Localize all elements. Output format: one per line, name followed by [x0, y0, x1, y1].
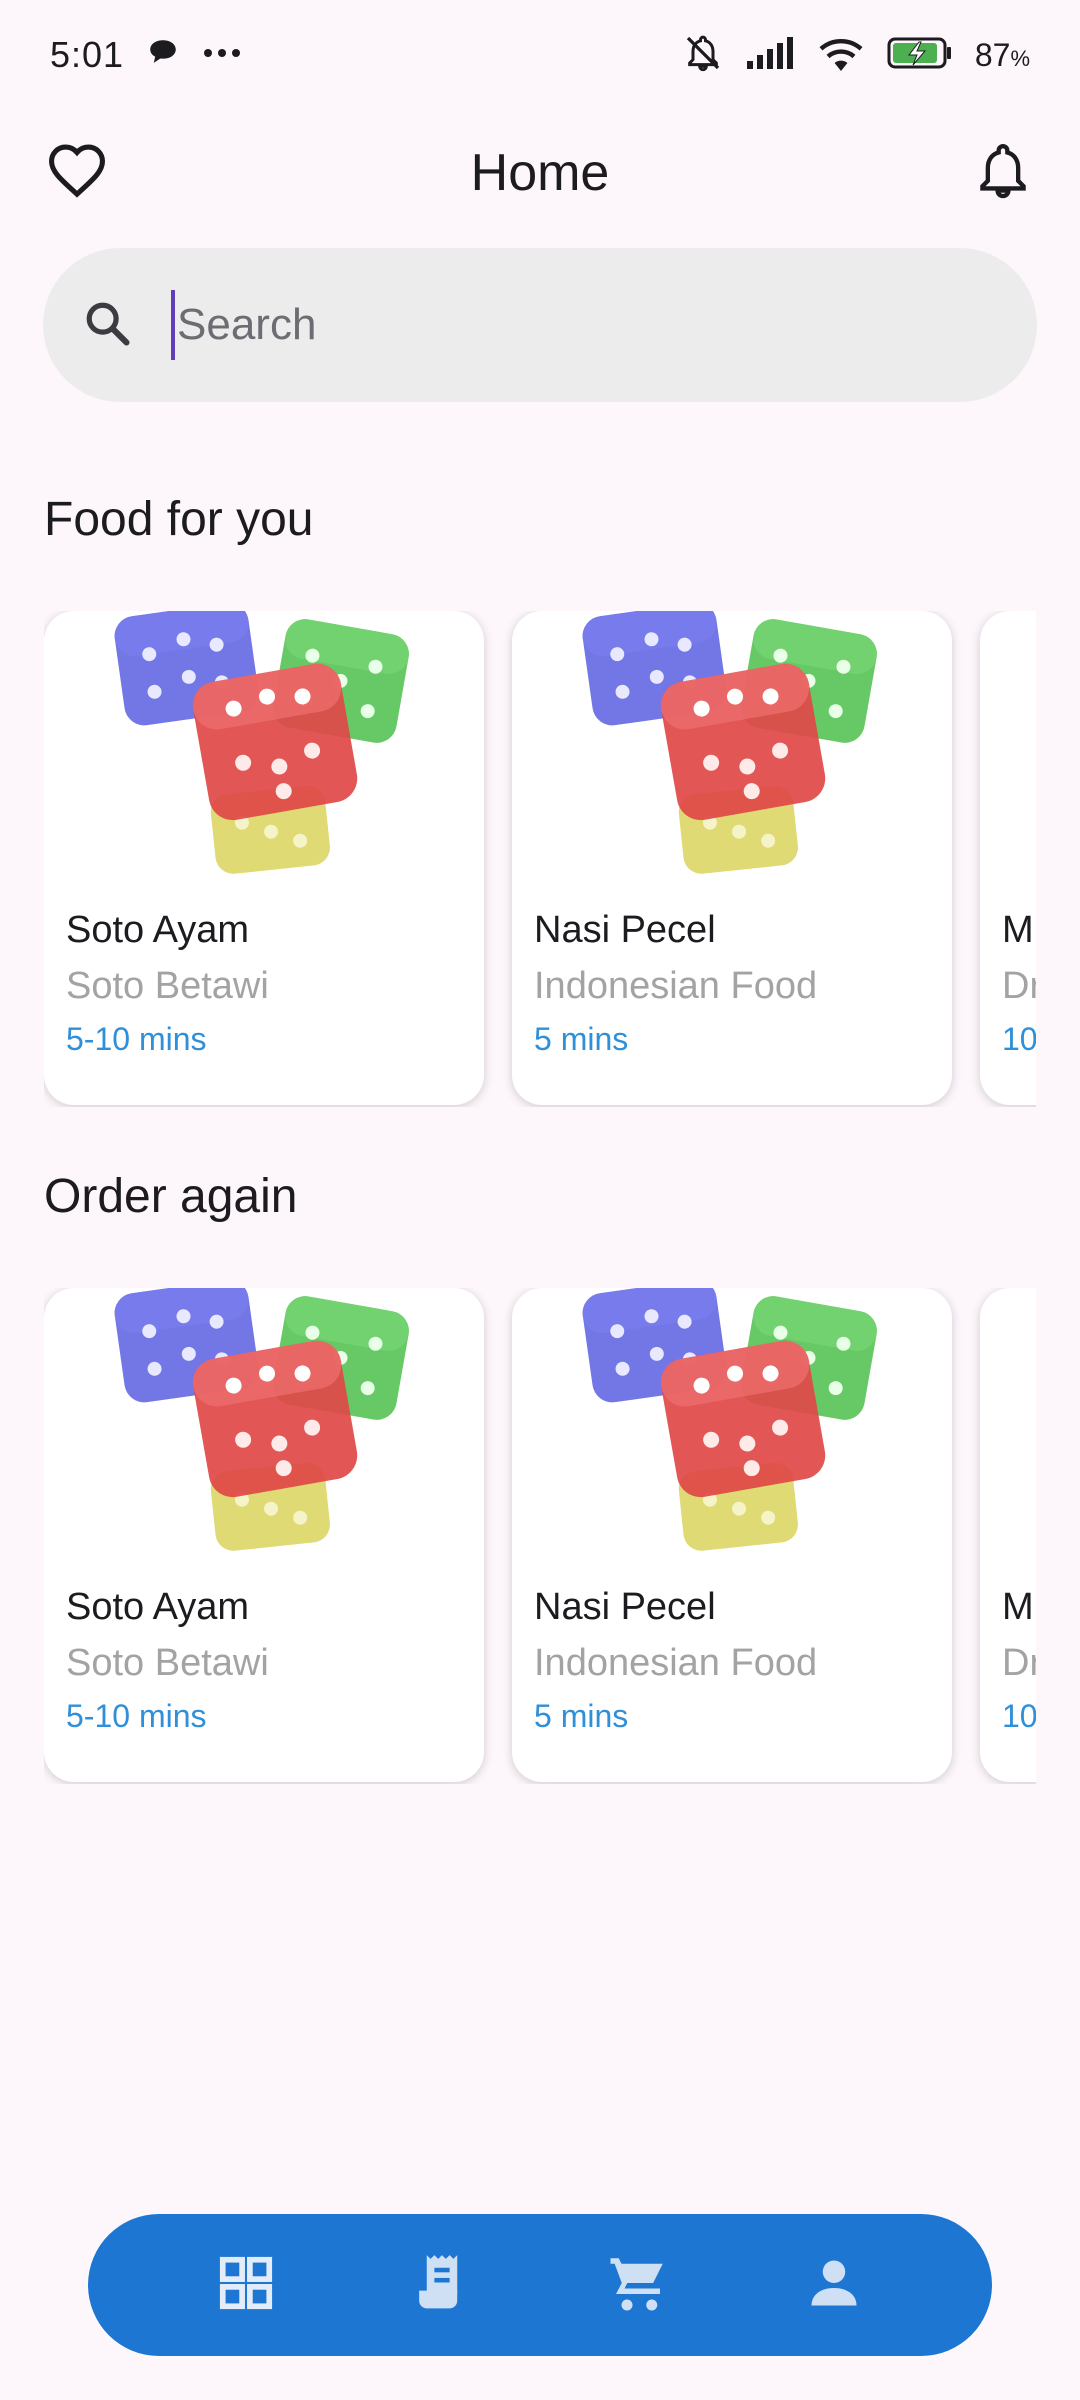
bell-icon — [977, 140, 1029, 205]
battery-charging-icon — [887, 36, 953, 75]
food-name: Nasi Pecel — [534, 909, 716, 951]
signal-icon — [745, 35, 795, 76]
section-title-food-for-you: Food for you — [44, 493, 314, 546]
search-input[interactable] — [171, 290, 951, 360]
food-card[interactable]: Nasi Pecel Indonesian Food 5 mins — [512, 611, 952, 1105]
food-category: Soto Betawi — [66, 1642, 269, 1684]
food-card[interactable]: Nasi Pecel Indonesian Food 5 mins — [512, 1288, 952, 1782]
favorites-button[interactable] — [40, 136, 114, 210]
more-dots-icon — [202, 46, 242, 64]
search-bar[interactable] — [43, 248, 1037, 402]
status-bar-right: 87% — [683, 33, 1030, 78]
food-category: Dr — [1002, 1642, 1036, 1684]
food-for-you-carousel[interactable]: Soto Ayam Soto Betawi 5-10 mins Nasi Pec… — [44, 611, 1036, 1107]
dice-image — [580, 611, 881, 876]
cart-icon — [605, 2250, 671, 2321]
heart-icon — [46, 142, 108, 203]
food-time: 5-10 mins — [66, 1021, 207, 1057]
food-name: M — [1002, 1586, 1034, 1628]
app-bar: Home — [0, 120, 1080, 225]
food-name: Nasi Pecel — [534, 1586, 716, 1628]
nav-dashboard[interactable] — [201, 2240, 291, 2330]
nav-profile[interactable] — [789, 2240, 879, 2330]
dice-image — [112, 1288, 413, 1553]
notifications-button[interactable] — [966, 136, 1040, 210]
food-time: 5 mins — [534, 1698, 629, 1734]
bell-off-icon — [683, 33, 723, 78]
food-time: 5 mins — [534, 1021, 629, 1057]
nav-orders[interactable] — [397, 2240, 487, 2330]
food-name: Soto Ayam — [66, 909, 250, 951]
person-icon — [804, 2253, 864, 2318]
food-category: Indonesian Food — [534, 1642, 818, 1684]
food-category: Soto Betawi — [66, 965, 269, 1007]
food-card[interactable]: Soto Ayam Soto Betawi 5-10 mins — [44, 611, 484, 1105]
search-icon — [81, 297, 133, 354]
bottom-navigation — [88, 2214, 992, 2356]
chat-bubble-icon — [146, 36, 180, 75]
food-name: Soto Ayam — [66, 1586, 250, 1628]
dashboard-icon — [215, 2252, 277, 2319]
food-card[interactable]: Soto Ayam Soto Betawi 5-10 mins — [44, 1288, 484, 1782]
status-bar-left: 5:01 — [50, 34, 242, 76]
section-title-order-again: Order again — [44, 1170, 298, 1223]
receipt-icon — [411, 2250, 473, 2321]
food-name: M — [1002, 909, 1034, 951]
dice-image — [980, 611, 1036, 881]
dice-image — [980, 1288, 1036, 1558]
dice-image — [112, 611, 413, 876]
food-card[interactable]: M Dr 10 — [980, 1288, 1036, 1782]
battery-percent: 87% — [974, 36, 1030, 73]
status-time: 5:01 — [50, 34, 125, 75]
dice-image — [580, 1288, 881, 1553]
order-again-carousel[interactable]: Soto Ayam Soto Betawi 5-10 mins Nasi Pec… — [44, 1288, 1036, 1784]
food-time: 5-10 mins — [66, 1698, 207, 1734]
wifi-icon — [817, 34, 865, 77]
status-bar: 5:01 87% — [0, 0, 1080, 110]
food-card[interactable]: M Dr 10 — [980, 611, 1036, 1105]
food-category: Dr — [1002, 965, 1036, 1007]
nav-cart[interactable] — [593, 2240, 683, 2330]
food-time: 10 — [1002, 1021, 1036, 1057]
food-category: Indonesian Food — [534, 965, 818, 1007]
food-time: 10 — [1002, 1698, 1036, 1734]
page-title: Home — [470, 143, 610, 202]
